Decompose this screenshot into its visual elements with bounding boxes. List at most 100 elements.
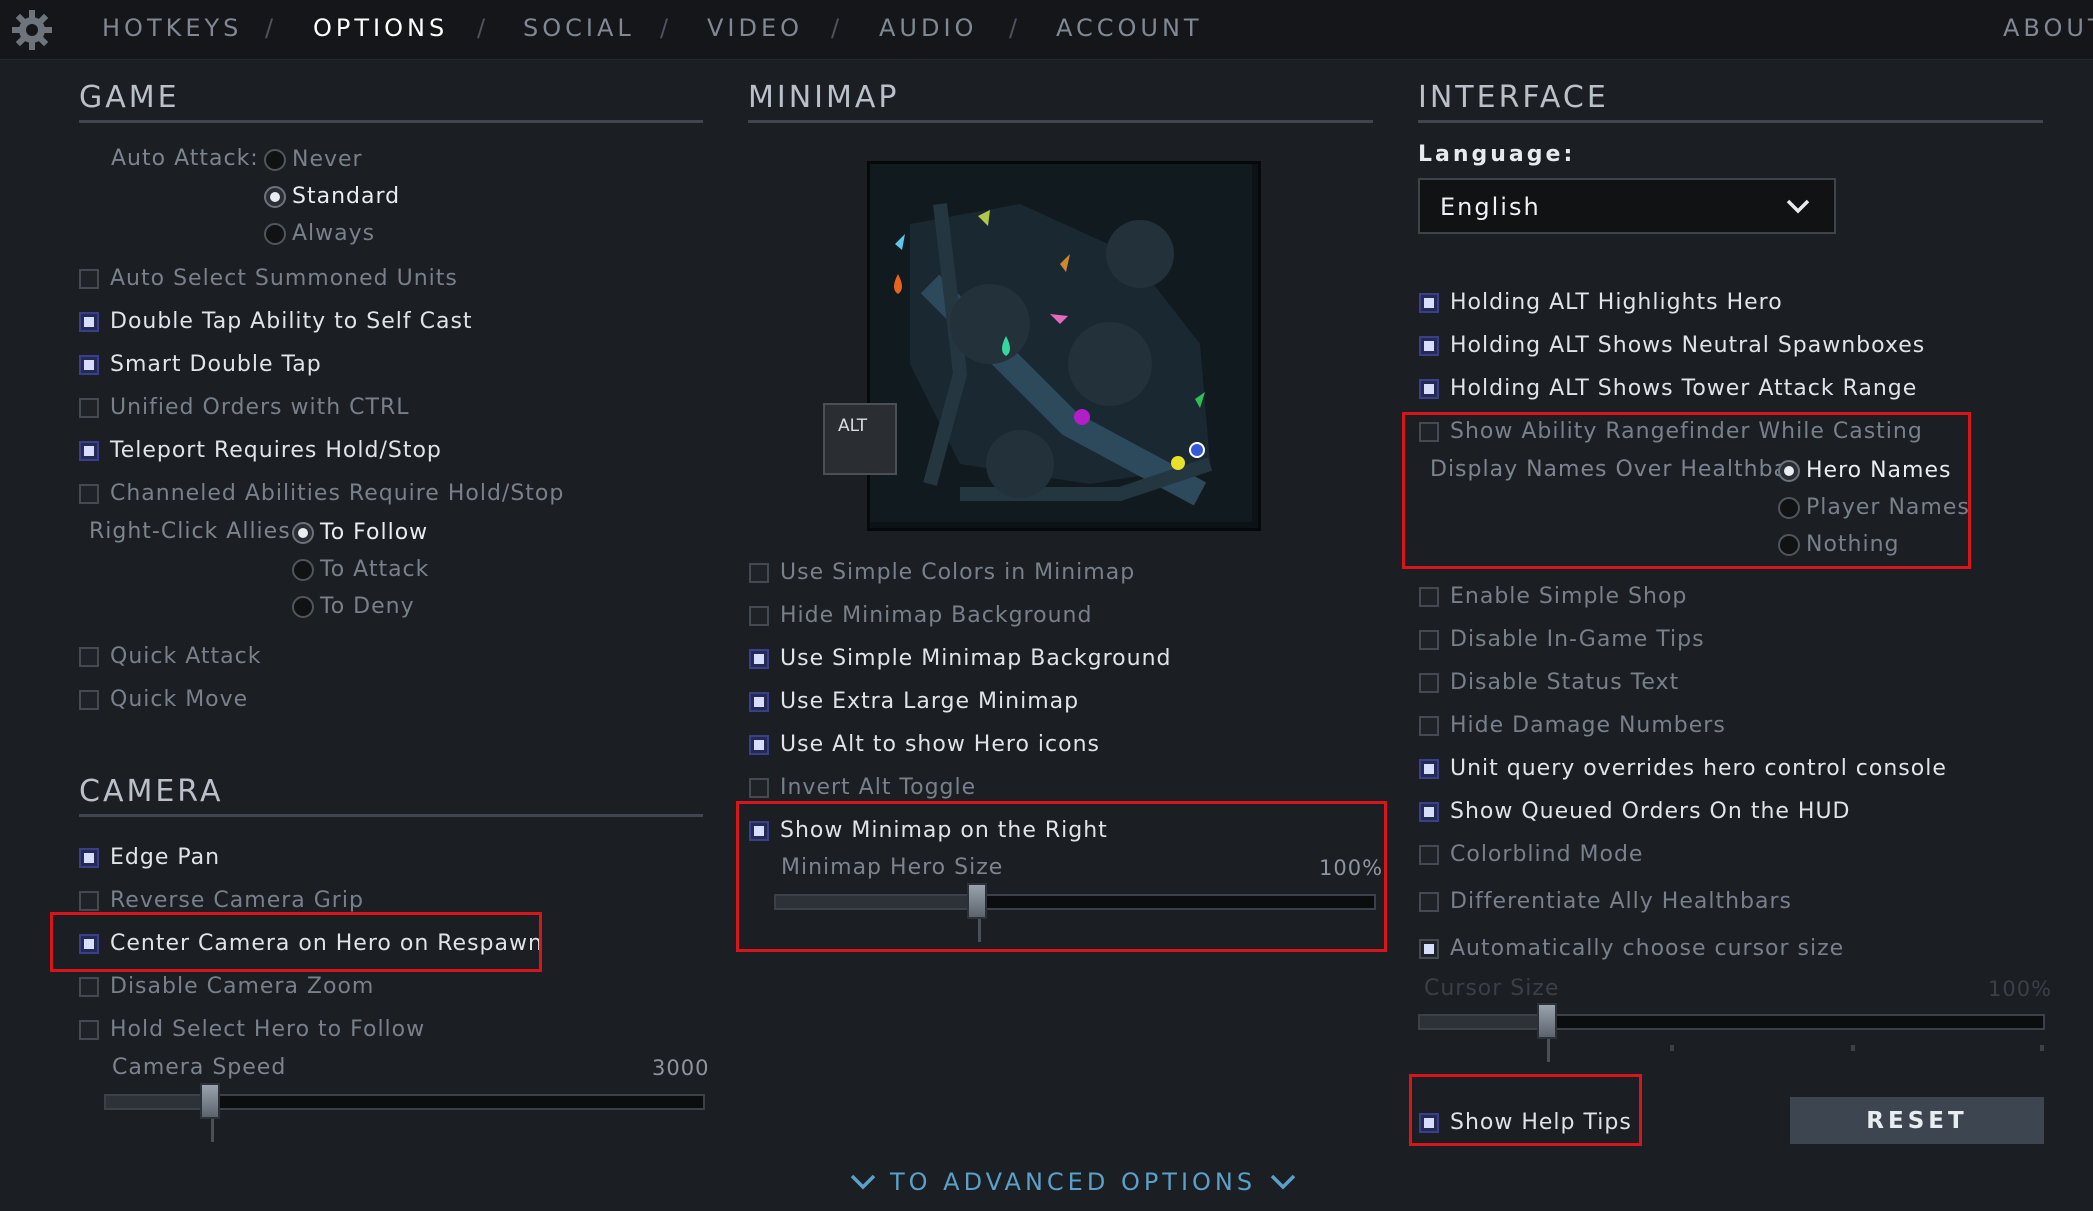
- radio-button[interactable]: [264, 148, 286, 171]
- checkbox[interactable]: [79, 976, 99, 997]
- alt-key-button[interactable]: ALT: [823, 403, 897, 475]
- center-camera-respawn-checkbox[interactable]: Center Camera on Hero on Respawn: [79, 931, 543, 956]
- checkbox[interactable]: [1419, 586, 1439, 607]
- names-hero-radio[interactable]: Hero Names: [1778, 458, 1951, 483]
- ability-rangefinder-checkbox[interactable]: Show Ability Rangefinder While Casting: [1419, 419, 1923, 444]
- radio-button[interactable]: [1778, 459, 1800, 482]
- checkbox[interactable]: [79, 483, 99, 504]
- disable-ingame-tips-checkbox[interactable]: Disable In-Game Tips: [1419, 627, 1705, 652]
- minimap-hero-size-handle[interactable]: [967, 883, 987, 919]
- auto-cursor-size-checkbox[interactable]: Automatically choose cursor size: [1419, 936, 1844, 961]
- colorblind-mode-checkbox[interactable]: Colorblind Mode: [1419, 842, 1643, 867]
- alt-hero-icons-checkbox[interactable]: Use Alt to show Hero icons: [749, 732, 1100, 757]
- names-player-radio[interactable]: Player Names: [1778, 495, 1970, 520]
- radio-button[interactable]: [264, 222, 286, 245]
- checkbox[interactable]: [749, 777, 769, 798]
- alt-neutral-spawnboxes-checkbox[interactable]: Holding ALT Shows Neutral Spawnboxes: [1419, 333, 1925, 358]
- radio-button[interactable]: [292, 558, 314, 581]
- checkbox[interactable]: [1419, 801, 1439, 822]
- smart-double-tap-checkbox[interactable]: Smart Double Tap: [79, 352, 322, 377]
- checkbox[interactable]: [1419, 629, 1439, 650]
- reset-button[interactable]: RESET: [1790, 1097, 2044, 1144]
- checkbox[interactable]: [1419, 844, 1439, 865]
- simple-colors-minimap-checkbox[interactable]: Use Simple Colors in Minimap: [749, 560, 1135, 585]
- checkbox[interactable]: [79, 689, 99, 710]
- checkbox[interactable]: [79, 311, 99, 332]
- minimap-hero-size-slider[interactable]: [774, 894, 1376, 910]
- quick-attack-checkbox[interactable]: Quick Attack: [79, 644, 261, 669]
- radio-button[interactable]: [292, 521, 314, 544]
- disable-status-text-checkbox[interactable]: Disable Status Text: [1419, 670, 1679, 695]
- simple-minimap-background-checkbox[interactable]: Use Simple Minimap Background: [749, 646, 1171, 671]
- right-click-follow-radio[interactable]: To Follow: [292, 520, 428, 545]
- checkbox[interactable]: [1419, 335, 1439, 356]
- checkbox[interactable]: [79, 440, 99, 461]
- checkbox[interactable]: [749, 734, 769, 755]
- reverse-camera-grip-checkbox[interactable]: Reverse Camera Grip: [79, 888, 364, 913]
- camera-speed-slider[interactable]: [104, 1094, 705, 1110]
- checkbox[interactable]: [79, 397, 99, 418]
- checkbox[interactable]: [1419, 938, 1439, 959]
- tab-about[interactable]: ABOUT: [2003, 14, 2093, 42]
- checkbox[interactable]: [749, 605, 769, 626]
- right-click-attack-radio[interactable]: To Attack: [292, 557, 429, 582]
- checkbox[interactable]: [1419, 378, 1439, 399]
- radio-button[interactable]: [292, 595, 314, 618]
- checkbox[interactable]: [749, 691, 769, 712]
- unified-orders-ctrl-checkbox[interactable]: Unified Orders with CTRL: [79, 395, 410, 420]
- simple-shop-checkbox[interactable]: Enable Simple Shop: [1419, 584, 1687, 609]
- disable-camera-zoom-checkbox[interactable]: Disable Camera Zoom: [79, 974, 374, 999]
- invert-alt-toggle-checkbox[interactable]: Invert Alt Toggle: [749, 775, 976, 800]
- unit-query-overrides-checkbox[interactable]: Unit query overrides hero control consol…: [1419, 756, 1947, 781]
- checkbox[interactable]: [79, 933, 99, 954]
- checkbox[interactable]: [1419, 758, 1439, 779]
- alt-tower-attack-range-checkbox[interactable]: Holding ALT Shows Tower Attack Range: [1419, 376, 1917, 401]
- quick-move-checkbox[interactable]: Quick Move: [79, 687, 248, 712]
- hold-select-hero-follow-checkbox[interactable]: Hold Select Hero to Follow: [79, 1017, 425, 1042]
- checkbox[interactable]: [1419, 672, 1439, 693]
- checkbox[interactable]: [749, 648, 769, 669]
- tab-options[interactable]: OPTIONS: [313, 14, 448, 42]
- ally-healthbars-checkbox[interactable]: Differentiate Ally Healthbars: [1419, 889, 1792, 914]
- checkbox[interactable]: [1419, 292, 1439, 313]
- radio-button[interactable]: [1778, 533, 1800, 556]
- channeled-hold-stop-checkbox[interactable]: Channeled Abilities Require Hold/Stop: [79, 481, 564, 506]
- alt-highlights-hero-checkbox[interactable]: Holding ALT Highlights Hero: [1419, 290, 1783, 315]
- language-dropdown[interactable]: English: [1418, 178, 1836, 234]
- advanced-options-link[interactable]: TO ADVANCED OPTIONS: [850, 1168, 1296, 1196]
- right-click-deny-radio[interactable]: To Deny: [292, 594, 415, 619]
- checkbox[interactable]: [749, 562, 769, 583]
- gear-icon[interactable]: [10, 8, 54, 52]
- tab-hotkeys[interactable]: HOTKEYS: [102, 14, 242, 42]
- auto-select-summoned-checkbox[interactable]: Auto Select Summoned Units: [79, 266, 458, 291]
- auto-attack-standard-radio[interactable]: Standard: [264, 184, 400, 209]
- checkbox[interactable]: [79, 268, 99, 289]
- double-tap-self-cast-checkbox[interactable]: Double Tap Ability to Self Cast: [79, 309, 473, 334]
- tab-audio[interactable]: AUDIO: [879, 14, 977, 42]
- hide-minimap-background-checkbox[interactable]: Hide Minimap Background: [749, 603, 1092, 628]
- checkbox[interactable]: [1419, 421, 1439, 442]
- cursor-size-handle[interactable]: [1537, 1003, 1557, 1039]
- auto-attack-never-radio[interactable]: Never: [264, 147, 363, 172]
- radio-button[interactable]: [264, 185, 286, 208]
- tab-account[interactable]: ACCOUNT: [1056, 14, 1203, 42]
- minimap-right-checkbox[interactable]: Show Minimap on the Right: [749, 818, 1108, 843]
- checkbox[interactable]: [1419, 891, 1439, 912]
- checkbox[interactable]: [79, 847, 99, 868]
- extra-large-minimap-checkbox[interactable]: Use Extra Large Minimap: [749, 689, 1079, 714]
- checkbox[interactable]: [79, 354, 99, 375]
- checkbox[interactable]: [1419, 715, 1439, 736]
- checkbox[interactable]: [1419, 1112, 1439, 1133]
- tab-social[interactable]: SOCIAL: [523, 14, 635, 42]
- teleport-hold-stop-checkbox[interactable]: Teleport Requires Hold/Stop: [79, 438, 442, 463]
- edge-pan-checkbox[interactable]: Edge Pan: [79, 845, 220, 870]
- tab-video[interactable]: VIDEO: [707, 14, 803, 42]
- camera-speed-handle[interactable]: [200, 1083, 220, 1119]
- checkbox[interactable]: [79, 1019, 99, 1040]
- show-help-tips-checkbox[interactable]: Show Help Tips: [1419, 1110, 1632, 1135]
- checkbox[interactable]: [79, 890, 99, 911]
- radio-button[interactable]: [1778, 496, 1800, 519]
- names-nothing-radio[interactable]: Nothing: [1778, 532, 1900, 557]
- checkbox[interactable]: [749, 820, 769, 841]
- cursor-size-slider[interactable]: [1418, 1014, 2045, 1030]
